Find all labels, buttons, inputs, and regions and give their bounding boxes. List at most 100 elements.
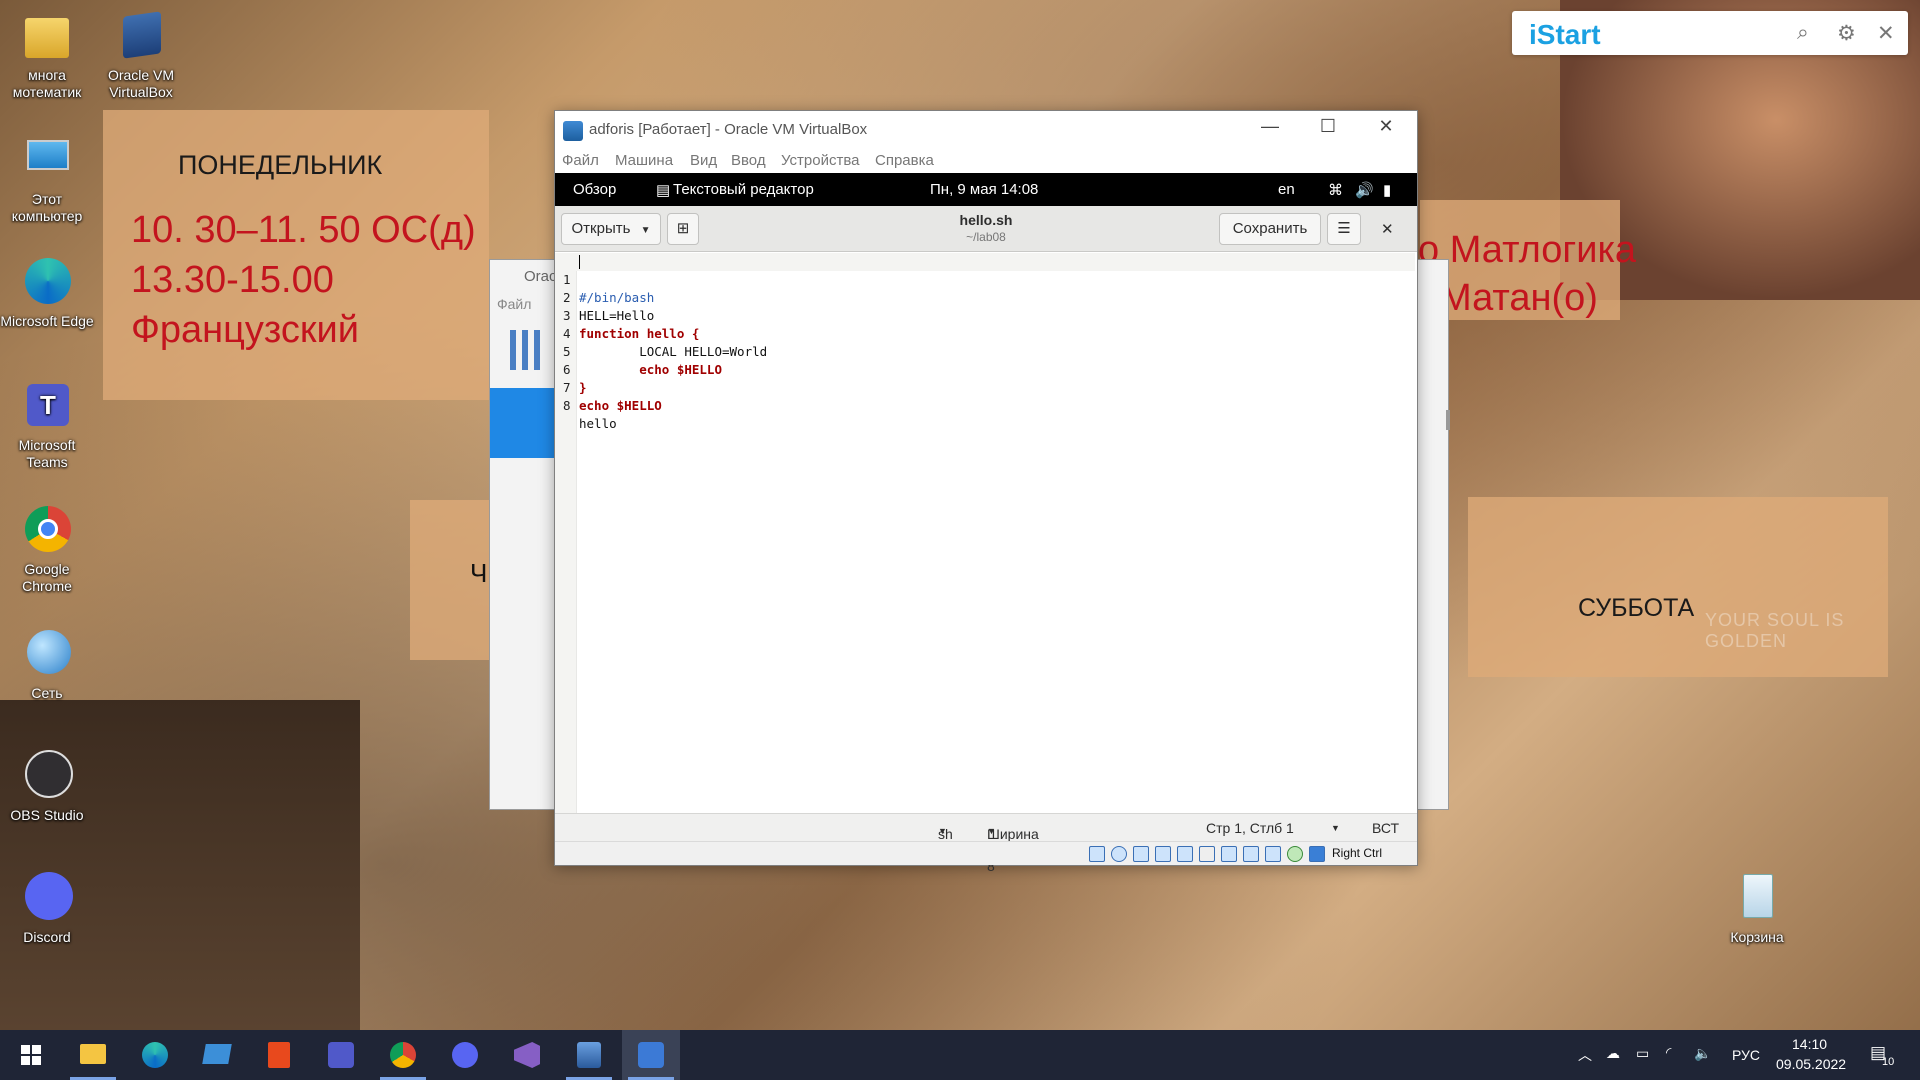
usb-icon[interactable] <box>1177 846 1193 862</box>
input-language[interactable]: РУС <box>1732 1047 1760 1063</box>
vm-titlebar: adforis [Работает] - Oracle VM VirtualBo… <box>555 111 1417 149</box>
optical-drive-icon[interactable] <box>1111 846 1127 862</box>
schedule-line-1: 10. 30–11. 50 ОС(д) <box>131 209 476 251</box>
chrome-icon <box>19 502 75 558</box>
taskbar-office[interactable] <box>250 1030 308 1080</box>
battery-icon[interactable]: ▮ <box>1383 181 1391 199</box>
notification-count: 10 <box>1882 1056 1895 1068</box>
close-document-icon[interactable]: ✕ <box>1381 220 1394 238</box>
network-adapter-icon[interactable] <box>1155 846 1171 862</box>
desktop-icon-folder[interactable]: многа мотематик <box>0 8 94 101</box>
battery-icon[interactable]: ▭ <box>1636 1045 1649 1062</box>
volume-icon[interactable]: 🔊 <box>1355 181 1374 199</box>
recycle-bin-icon <box>1729 870 1785 926</box>
clock[interactable]: Пн, 9 мая 14:08 <box>930 181 1038 198</box>
shared-folders-icon[interactable] <box>1199 846 1215 862</box>
right-line-2: Матан(о) <box>1440 277 1598 319</box>
wifi-icon[interactable]: ◜ <box>1666 1044 1671 1061</box>
video-capture-icon[interactable] <box>1243 846 1259 862</box>
app-menu[interactable]: Текстовый редактор <box>673 181 814 198</box>
save-button[interactable]: Сохранить <box>1219 213 1321 245</box>
manager-title: Orac <box>524 268 557 285</box>
close-button[interactable]: ✕ <box>1363 116 1409 137</box>
taskbar-teams[interactable] <box>312 1030 370 1080</box>
activities-button[interactable]: Обзор <box>573 181 616 198</box>
desktop-icon-computer[interactable]: Этот компьютер <box>0 132 94 225</box>
menu-input[interactable]: Ввод <box>731 152 766 169</box>
vm-list-item-selected[interactable] <box>490 388 554 458</box>
desktop-icon-network[interactable]: Сеть <box>0 626 94 702</box>
clock-time[interactable]: 14:10 <box>1792 1036 1827 1052</box>
desktop-icon-edge[interactable]: Microsoft Edge <box>0 254 94 330</box>
text-editor[interactable]: 1 #/bin/bash 2 HELL=Hello 3 function hel… <box>555 253 1417 813</box>
menu-machine[interactable]: Машина <box>615 152 673 169</box>
taskbar-discord[interactable] <box>436 1030 494 1080</box>
display-icon[interactable] <box>1221 846 1237 862</box>
menu-help[interactable]: Справка <box>875 152 934 169</box>
taskbar-visual-studio[interactable] <box>498 1030 556 1080</box>
taskbar-virtualbox[interactable] <box>560 1030 618 1080</box>
tools-icon[interactable] <box>510 330 544 370</box>
monday-title: ПОНЕДЕЛЬНИК <box>178 150 383 180</box>
cpu-icon[interactable] <box>1287 846 1303 862</box>
taskbar: ︿ ☁ ▭ ◜ 🔈 РУС 14:10 09.05.2022 ▤ 10 <box>0 1030 1920 1080</box>
virtualbox-icon <box>563 121 583 141</box>
code-line[interactable]: 2 HELL=Hello <box>555 271 1415 323</box>
close-icon[interactable]: ✕ <box>1877 21 1895 46</box>
input-language[interactable]: en <box>1278 181 1295 198</box>
cursor-position[interactable]: Стр 1, Стлб 1 <box>1206 820 1294 836</box>
network-icon[interactable]: ⌘ <box>1328 181 1343 199</box>
desktop-icon-teams[interactable]: T Microsoft Teams <box>0 378 94 471</box>
clock-date[interactable]: 09.05.2022 <box>1776 1056 1846 1072</box>
taskbar-edge[interactable] <box>126 1030 184 1080</box>
windows-icon <box>21 1045 41 1065</box>
partial-char: Ч <box>470 558 488 588</box>
hdd-icon[interactable] <box>1089 846 1105 862</box>
desktop-icon-virtualbox[interactable]: Oracle VM VirtualBox <box>94 8 188 101</box>
folder-icon <box>19 8 75 64</box>
gnome-top-bar: Обзор ▤ Текстовый редактор Пн, 9 мая 14:… <box>555 173 1417 206</box>
manager-menu[interactable]: Файл <box>497 296 531 312</box>
audio-icon[interactable] <box>1133 846 1149 862</box>
fedora-vm-icon <box>638 1042 664 1068</box>
start-button[interactable] <box>2 1030 60 1080</box>
taskbar-chrome[interactable] <box>374 1030 432 1080</box>
keyboard-capture-icon[interactable] <box>1309 846 1325 862</box>
vm-window[interactable]: adforis [Работает] - Oracle VM VirtualBo… <box>554 110 1418 874</box>
desktop-icon-discord[interactable]: Discord <box>0 870 94 946</box>
code-line[interactable]: 4 LOCAL HELLO=World <box>555 307 1415 359</box>
code-line[interactable]: 1 #/bin/bash <box>555 253 1415 305</box>
position-dropdown-icon[interactable]: ▼ <box>1331 823 1340 833</box>
chevron-up-icon[interactable]: ︿ <box>1578 1045 1592 1065</box>
maximize-button[interactable]: ☐ <box>1305 116 1351 137</box>
onedrive-icon[interactable]: ☁ <box>1606 1045 1620 1062</box>
code-line[interactable]: 8 hello <box>555 379 1415 431</box>
desktop-icon-recycle-bin[interactable]: Корзина <box>1710 870 1804 946</box>
hamburger-icon: ☰ <box>1337 220 1351 237</box>
minimize-button[interactable]: — <box>1247 116 1293 137</box>
volume-icon[interactable]: 🔈 <box>1694 1045 1711 1062</box>
terminal-icon <box>202 1044 232 1064</box>
istart-search-widget[interactable]: iStart ⌕ ⚙ ✕ <box>1512 11 1908 55</box>
search-icon[interactable]: ⌕ <box>1797 21 1809 45</box>
code-line[interactable]: 6 } <box>555 343 1415 395</box>
taskbar-fedora-vm[interactable] <box>622 1030 680 1080</box>
code-line[interactable]: 7 echo $HELLO <box>555 361 1415 413</box>
gear-icon[interactable]: ⚙ <box>1837 21 1856 46</box>
menu-devices[interactable]: Устройства <box>781 152 859 169</box>
mouse-integration-icon[interactable] <box>1265 846 1281 862</box>
virtualbox-icon <box>577 1042 601 1068</box>
desktop-icon-chrome[interactable]: Google Chrome <box>0 502 94 595</box>
hamburger-menu-button[interactable]: ☰ <box>1327 213 1361 245</box>
menu-file[interactable]: Файл <box>562 152 599 169</box>
menu-view[interactable]: Вид <box>690 152 717 169</box>
gedit-headerbar: Открыть ▼ ⊞ hello.sh ~/lab08 Сохранить ☰… <box>555 206 1417 252</box>
code-line[interactable]: 5 echo $HELLO <box>555 325 1415 377</box>
teams-icon <box>328 1042 354 1068</box>
manager-scrollbar[interactable] <box>1446 410 1450 430</box>
desktop-icon-obs[interactable]: OBS Studio <box>0 748 94 824</box>
host-key-label: Right Ctrl <box>1332 846 1383 860</box>
taskbar-terminal[interactable] <box>188 1030 246 1080</box>
taskbar-file-explorer[interactable] <box>64 1030 122 1080</box>
code-line[interactable]: 3 function hello { <box>555 289 1415 341</box>
